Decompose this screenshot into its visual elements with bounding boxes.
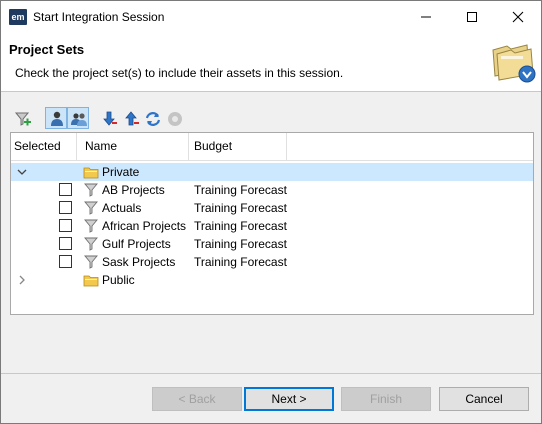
minimize-button[interactable] xyxy=(403,1,449,32)
chevron-right-icon[interactable] xyxy=(16,272,28,288)
column-header-name[interactable]: Name xyxy=(77,133,189,160)
table-row[interactable]: African Projects Training Forecast xyxy=(11,217,533,235)
move-down-button[interactable] xyxy=(97,107,119,129)
filter-add-icon xyxy=(14,112,31,126)
project-set-name: African Projects xyxy=(102,219,187,233)
tree-group-private[interactable]: Private xyxy=(11,163,533,181)
project-set-name: Sask Projects xyxy=(102,255,176,269)
row-checkbox[interactable] xyxy=(59,183,72,196)
project-set-budget: Training Forecast xyxy=(194,201,287,215)
folders-download-icon xyxy=(492,44,536,83)
single-user-toggle[interactable] xyxy=(45,107,67,129)
refresh-icon xyxy=(145,112,161,126)
filter-icon xyxy=(84,201,98,215)
table-row[interactable]: Actuals Training Forecast xyxy=(11,199,533,217)
chevron-down-icon[interactable] xyxy=(16,164,28,180)
project-sets-table[interactable]: Selected Name Budget Private AB Projects… xyxy=(10,132,534,315)
table-header: Selected Name Budget xyxy=(11,133,533,161)
multi-user-toggle[interactable] xyxy=(67,107,89,129)
back-button[interactable]: < Back xyxy=(152,387,242,411)
single-user-icon xyxy=(51,111,63,126)
project-set-budget: Training Forecast xyxy=(194,183,287,197)
filter-icon xyxy=(84,255,98,269)
tree-group-public[interactable]: Public xyxy=(11,271,533,289)
next-button[interactable]: Next > xyxy=(244,387,334,411)
group-name: Public xyxy=(102,273,135,287)
move-up-icon xyxy=(125,111,139,126)
project-set-budget: Training Forecast xyxy=(194,237,287,251)
filter-icon xyxy=(84,237,98,251)
window-title: Start Integration Session xyxy=(33,10,165,24)
project-set-name: Actuals xyxy=(102,201,142,215)
group-name: Private xyxy=(102,165,140,179)
close-button[interactable] xyxy=(495,1,541,32)
filter-icon xyxy=(84,183,98,197)
table-row[interactable]: AB Projects Training Forecast xyxy=(11,181,533,199)
cancel-button[interactable]: Cancel xyxy=(439,387,529,411)
project-set-budget: Training Forecast xyxy=(194,219,287,233)
column-header-selected[interactable]: Selected xyxy=(11,133,77,160)
folder-icon xyxy=(83,275,99,287)
finish-button[interactable]: Finish xyxy=(341,387,431,411)
project-set-name: Gulf Projects xyxy=(102,237,171,251)
start-integration-session-dialog: em Start Integration Session Project Set… xyxy=(0,0,542,424)
move-down-icon xyxy=(103,111,117,126)
minimize-icon xyxy=(421,16,431,18)
row-checkbox[interactable] xyxy=(59,219,72,232)
table-row[interactable]: Gulf Projects Training Forecast xyxy=(11,235,533,253)
folder-icon xyxy=(83,167,99,179)
wizard-header: Project Sets Check the project set(s) to… xyxy=(1,32,541,92)
footer-divider xyxy=(1,373,541,374)
add-filter-button[interactable] xyxy=(11,107,33,129)
app-logo-icon: em xyxy=(9,9,27,25)
filter-icon xyxy=(84,219,98,233)
row-checkbox[interactable] xyxy=(59,255,72,268)
disabled-action-button[interactable] xyxy=(163,107,185,129)
multi-user-icon xyxy=(71,113,87,126)
row-checkbox[interactable] xyxy=(59,237,72,250)
table-row[interactable]: Sask Projects Training Forecast xyxy=(11,253,533,271)
title-bar[interactable]: em Start Integration Session xyxy=(1,1,541,32)
disabled-gear-icon xyxy=(168,112,182,126)
maximize-button[interactable] xyxy=(449,1,495,32)
close-icon xyxy=(512,11,524,23)
page-title: Project Sets xyxy=(9,42,85,57)
page-description: Check the project set(s) to include thei… xyxy=(15,66,344,80)
move-up-button[interactable] xyxy=(119,107,141,129)
maximize-icon xyxy=(467,12,477,22)
project-set-budget: Training Forecast xyxy=(194,255,287,269)
project-set-name: AB Projects xyxy=(102,183,165,197)
column-header-budget[interactable]: Budget xyxy=(189,133,287,160)
row-checkbox[interactable] xyxy=(59,201,72,214)
refresh-button[interactable] xyxy=(141,107,163,129)
